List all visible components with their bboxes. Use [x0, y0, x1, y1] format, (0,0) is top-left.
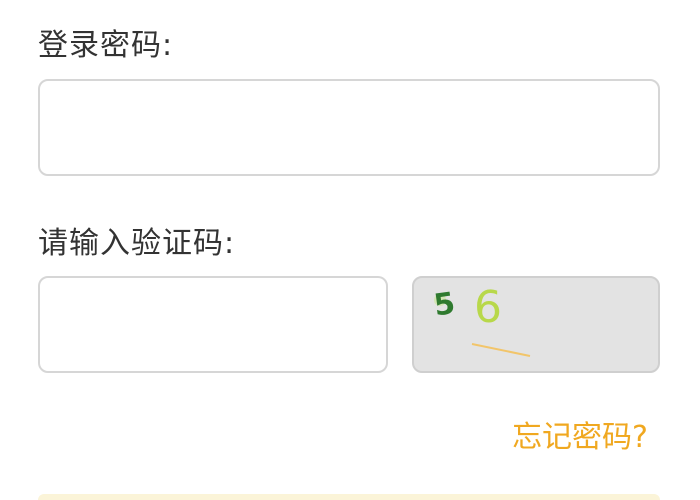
captcha-label: 请输入验证码:: [38, 226, 236, 261]
password-label: 登录密码:: [38, 28, 174, 63]
captcha-char-1: 5: [432, 286, 458, 324]
login-form: 登录密码: 请输入验证码: 5 6 忘记密码?: [0, 0, 700, 500]
submit-button-edge[interactable]: [38, 494, 660, 500]
captcha-noise-line: [471, 343, 531, 357]
captcha-char-2: 6: [474, 282, 502, 333]
captcha-graphic: 5 6: [432, 282, 531, 357]
captcha-input[interactable]: [38, 276, 388, 373]
captcha-image[interactable]: 5 6: [412, 276, 660, 373]
password-input[interactable]: [38, 79, 660, 176]
forgot-password-link[interactable]: 忘记密码?: [512, 412, 648, 456]
